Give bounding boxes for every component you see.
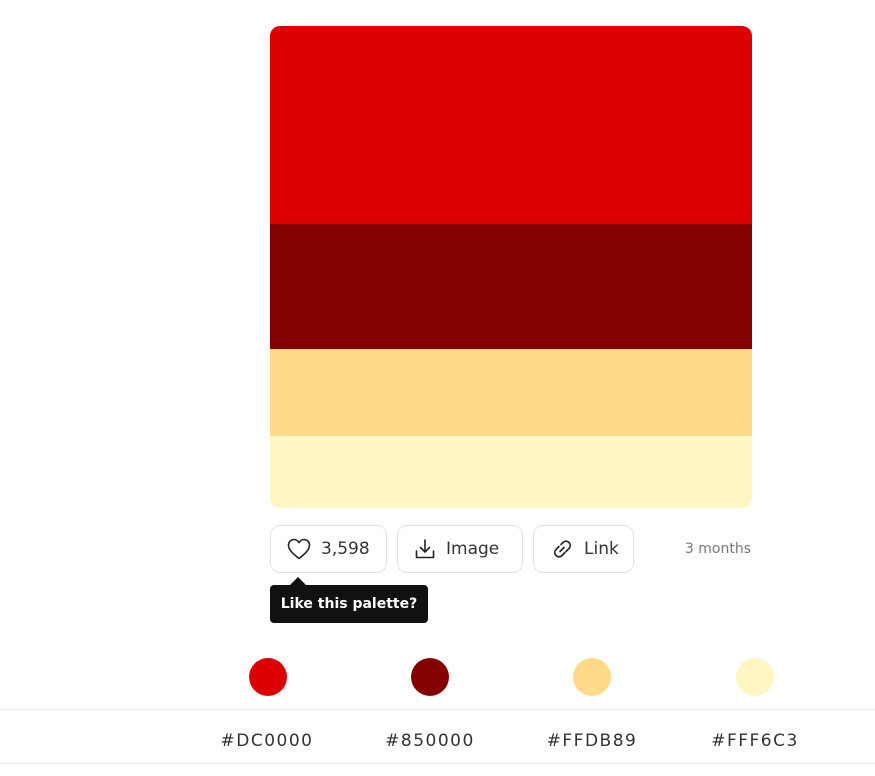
- heart-icon: [287, 538, 311, 560]
- divider: [0, 763, 875, 764]
- color-swatch[interactable]: [736, 658, 774, 696]
- divider: [0, 709, 875, 710]
- color-swatch[interactable]: [573, 658, 611, 696]
- color-swatches: [185, 658, 837, 698]
- hex-code[interactable]: #850000: [365, 731, 495, 751]
- like-count: 3,598: [321, 539, 370, 559]
- link-icon: [550, 538, 574, 560]
- palette-preview[interactable]: [270, 26, 752, 508]
- download-icon: [414, 538, 436, 560]
- palette-color-band[interactable]: [270, 224, 752, 349]
- palette-color-band[interactable]: [270, 436, 752, 508]
- hex-code[interactable]: #FFF6C3: [690, 731, 820, 751]
- image-label: Image: [446, 539, 500, 559]
- like-button[interactable]: 3,598: [270, 525, 387, 573]
- link-label: Link: [584, 539, 619, 559]
- palette-color-band[interactable]: [270, 349, 752, 436]
- palette-page: 3,598 Image Link 3 months Like this pale…: [0, 0, 875, 776]
- like-tooltip: Like this palette?: [270, 585, 428, 623]
- tooltip-arrow: [290, 577, 306, 585]
- hex-code[interactable]: #FFDB89: [527, 731, 657, 751]
- hex-code[interactable]: #DC0000: [202, 731, 332, 751]
- download-image-button[interactable]: Image: [397, 525, 523, 573]
- copy-link-button[interactable]: Link: [533, 525, 634, 573]
- timestamp: 3 months: [684, 541, 751, 557]
- palette-actions: 3,598 Image Link: [270, 525, 634, 573]
- palette-color-band[interactable]: [270, 26, 752, 224]
- color-swatch[interactable]: [411, 658, 449, 696]
- color-swatch[interactable]: [249, 658, 287, 696]
